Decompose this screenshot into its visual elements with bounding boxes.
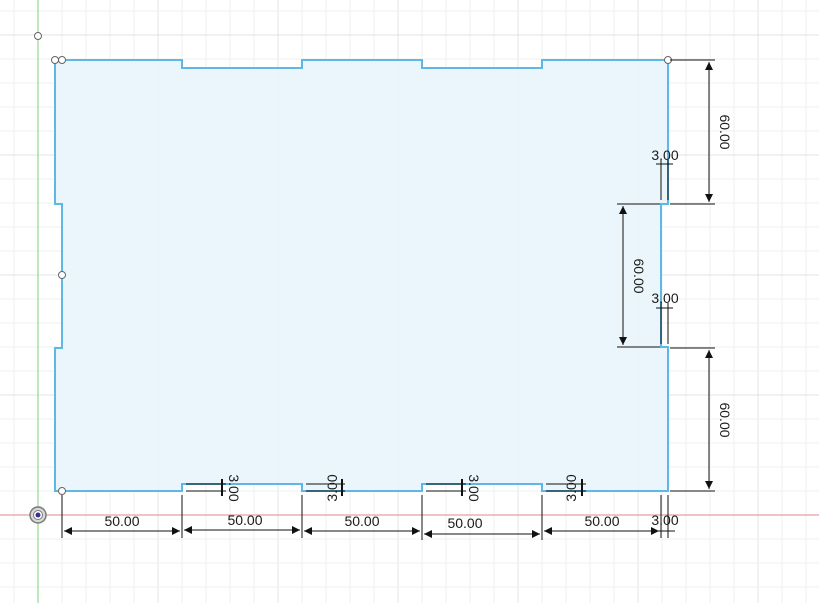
sketch-point-icon[interactable] bbox=[58, 487, 66, 495]
dimension-bottom-end-depth[interactable]: 3.00 bbox=[651, 512, 678, 528]
dimension-bottom-width-3[interactable]: 50.00 bbox=[344, 513, 379, 529]
sketch-point-icon[interactable] bbox=[51, 56, 59, 64]
dimension-notch-depth-lower[interactable]: 3.00 bbox=[651, 290, 678, 306]
dimension-bottom-width-5[interactable]: 50.00 bbox=[584, 513, 619, 529]
dimension-bottom-width-4[interactable]: 50.00 bbox=[447, 515, 482, 531]
dimension-top-right-height[interactable]: 60.00 bbox=[717, 114, 733, 149]
dimension-bottom-width-2[interactable]: 50.00 bbox=[227, 512, 262, 528]
sketch-point-icon[interactable] bbox=[34, 32, 42, 40]
dimension-bottom-tab-depth-2[interactable]: 3.00 bbox=[324, 474, 340, 501]
dimension-bottom-tab-depth-4[interactable]: 3.00 bbox=[563, 474, 579, 501]
dimension-bottom-width-1[interactable]: 50.00 bbox=[104, 513, 139, 529]
dimension-notch-height[interactable]: 60.00 bbox=[631, 258, 647, 293]
dimension-notch-depth-upper[interactable]: 3.00 bbox=[651, 147, 678, 163]
origin-point-icon[interactable] bbox=[29, 506, 47, 524]
dimension-bottom-right-height[interactable]: 60.00 bbox=[717, 402, 733, 437]
sketch-profile[interactable] bbox=[54, 59, 669, 492]
bottom-width-dimensions: 50.00 50.00 50.00 50.00 50.00 3.00 bbox=[61, 495, 679, 540]
dimension-bottom-tab-depth-1[interactable]: 3.00 bbox=[226, 474, 242, 501]
sketch-point-icon[interactable] bbox=[58, 271, 66, 279]
sketch-canvas[interactable]: 60.00 60.00 60.00 3.00 3.00 3.00 3.00 3.… bbox=[0, 0, 819, 603]
sketch-point-icon[interactable] bbox=[58, 56, 66, 64]
dimension-bottom-tab-depth-3[interactable]: 3.00 bbox=[466, 474, 482, 501]
sketch-svg[interactable]: 60.00 60.00 60.00 3.00 3.00 3.00 3.00 3.… bbox=[0, 0, 819, 603]
